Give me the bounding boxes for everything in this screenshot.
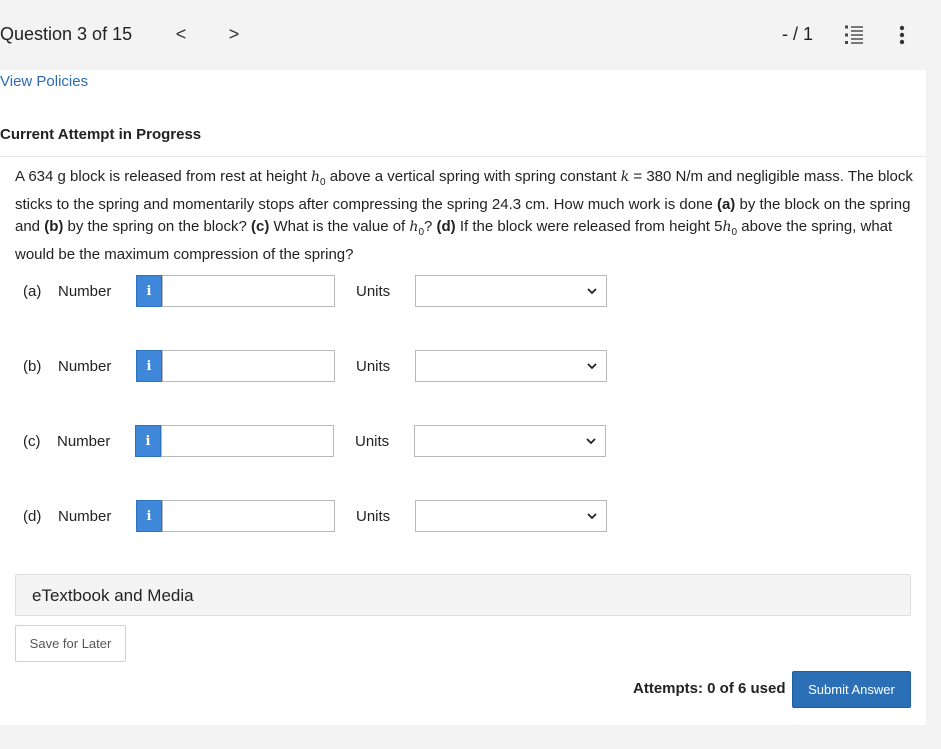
- next-question-button[interactable]: >: [224, 22, 244, 46]
- number-label: Number: [58, 358, 112, 375]
- part-label: (a): [23, 283, 42, 300]
- number-input-b[interactable]: [162, 350, 335, 382]
- more-vertical-icon[interactable]: [897, 24, 907, 46]
- units-label: Units: [356, 283, 391, 300]
- number-label: Number: [57, 433, 111, 450]
- answer-row-c: (c) Number i Units: [0, 425, 926, 459]
- answer-row-b: (b) Number i Units: [0, 350, 926, 384]
- chevron-right-icon: >: [228, 23, 240, 44]
- number-input-c[interactable]: [161, 425, 334, 457]
- chevron-down-icon: [587, 363, 597, 370]
- units-label: Units: [356, 508, 391, 525]
- etextbook-label: eTextbook and Media: [32, 586, 194, 605]
- info-button[interactable]: i: [136, 275, 162, 307]
- numbered-list-icon[interactable]: [844, 24, 864, 44]
- question-text: A 634 g block is released from rest at h…: [15, 168, 913, 263]
- info-button[interactable]: i: [136, 500, 162, 532]
- part-label: (d): [23, 508, 42, 525]
- number-label: Number: [58, 508, 112, 525]
- chevron-down-icon: [586, 438, 596, 445]
- part-label: (c): [23, 433, 41, 450]
- top-bar: Question 3 of 15 < > - / 1: [0, 0, 941, 70]
- info-button[interactable]: i: [135, 425, 161, 457]
- units-label: Units: [355, 433, 390, 450]
- score-display: - / 1: [782, 24, 814, 44]
- number-label: Number: [58, 283, 112, 300]
- question-counter: Question 3 of 15: [0, 24, 133, 44]
- info-button[interactable]: i: [136, 350, 162, 382]
- answer-row-a: (a) Number i Units: [0, 275, 926, 309]
- number-input-d[interactable]: [162, 500, 335, 532]
- view-policies-link[interactable]: View Policies: [0, 73, 88, 90]
- chevron-down-icon: [587, 513, 597, 520]
- divider: [0, 156, 926, 157]
- question-panel: View Policies Current Attempt in Progres…: [0, 70, 926, 725]
- number-input-a[interactable]: [162, 275, 335, 307]
- chevron-left-icon: <: [175, 23, 187, 44]
- submit-answer-button[interactable]: Submit Answer: [792, 671, 911, 708]
- prev-question-button[interactable]: <: [171, 22, 191, 46]
- units-select-d[interactable]: [415, 500, 607, 532]
- chevron-down-icon: [587, 288, 597, 295]
- units-select-c[interactable]: [414, 425, 606, 457]
- etextbook-section[interactable]: eTextbook and Media: [15, 574, 911, 616]
- attempt-heading: Current Attempt in Progress: [0, 126, 202, 143]
- units-label: Units: [356, 358, 391, 375]
- units-select-a[interactable]: [415, 275, 607, 307]
- answer-row-d: (d) Number i Units: [0, 500, 926, 534]
- part-label: (b): [23, 358, 42, 375]
- units-select-b[interactable]: [415, 350, 607, 382]
- attempts-counter: Attempts: 0 of 6 used: [633, 680, 786, 697]
- save-for-later-button[interactable]: Save for Later: [15, 625, 126, 662]
